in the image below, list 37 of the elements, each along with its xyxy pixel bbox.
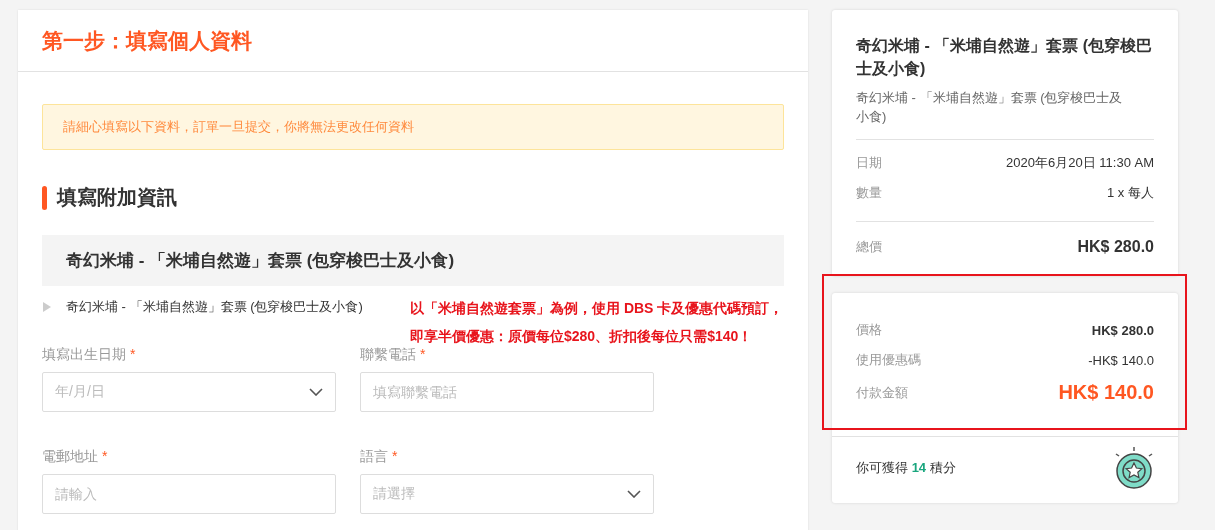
input-field[interactable]: 請輸入 — [42, 474, 336, 514]
payment-value: HK$ 280.0 — [1091, 322, 1154, 338]
product-title: 奇幻米埔 - 「米埔自然遊」套票 (包穿梭巴士及小食) — [42, 235, 784, 286]
detail-label: 日期 — [856, 154, 882, 172]
detail-label: 數量 — [856, 184, 882, 202]
select-field[interactable]: 年/月/日 — [42, 372, 336, 412]
annotation-text: 以「米埔自然遊套票」為例，使用 DBS 卡及優惠代碼預訂， 即享半價優惠：原價每位$280、折扣後每位只需$140！ — [410, 299, 784, 346]
product-toggle[interactable]: 奇幻米埔 - 「米埔自然遊」套票 (包穿梭巴士及小食) — [42, 298, 363, 316]
chevron-icon — [309, 388, 323, 396]
detail-value: 2020年6月20日 11:30 AM — [1006, 154, 1154, 172]
chevron-icon — [627, 490, 641, 498]
payment-value: -HK$ 140.0 — [1088, 352, 1154, 368]
total-value: HK$ 280.0 — [1077, 238, 1154, 256]
field-label: 聯繫電話 — [360, 346, 416, 364]
payment-label: 付款金額 — [856, 383, 908, 402]
payment-label: 價格 — [856, 321, 882, 339]
total-label: 總價 — [856, 238, 882, 256]
payment-label: 使用優惠碼 — [856, 351, 921, 369]
field-label: 電郵地址 — [42, 448, 98, 466]
points-text: 你可獲得 14 積分 — [856, 459, 956, 477]
summary-subtitle: 奇幻米埔 - 「米埔自然遊」套票 (包穿梭巴士及小食) — [856, 89, 1124, 126]
required-mark: * — [392, 448, 398, 464]
select-field[interactable]: 請選擇 — [360, 474, 654, 514]
input-field[interactable]: 填寫聯繫電話 — [360, 372, 654, 412]
accent-bar — [42, 185, 47, 210]
detail-value: 1 x 每人 — [1107, 184, 1154, 202]
required-mark: * — [102, 448, 108, 464]
required-mark: * — [130, 346, 136, 362]
summary-title: 奇幻米埔 - 「米埔自然遊」套票 (包穿梭巴士及小食) — [856, 36, 1153, 79]
payment-value: HK$ 140.0 — [1058, 381, 1154, 404]
star-badge-icon — [1114, 447, 1154, 489]
field-label: 填寫出生日期 — [42, 346, 126, 364]
field-label: 語言 — [360, 448, 388, 466]
notice-banner: 請細心填寫以下資料，訂單一旦提交，你將無法更改任何資料 — [42, 104, 784, 150]
section-title: 填寫附加資訊 — [57, 185, 177, 210]
step-title: 第一步：填寫個人資料 — [42, 27, 252, 54]
required-mark: * — [420, 346, 426, 362]
